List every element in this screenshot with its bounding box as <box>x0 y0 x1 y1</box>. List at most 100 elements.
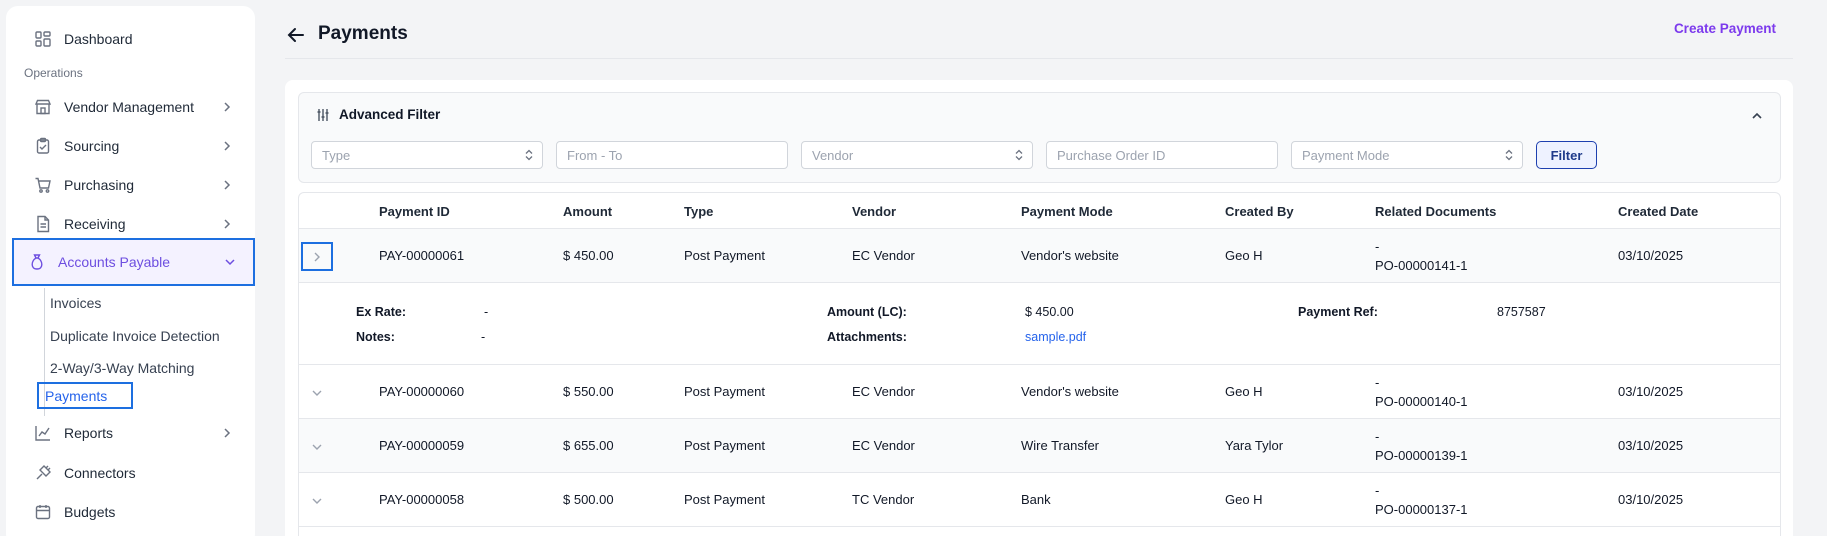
chevron-down-icon <box>312 498 322 504</box>
clipboard-icon <box>36 137 50 154</box>
related-doc-dash: - <box>1375 429 1380 444</box>
sliders-icon <box>317 108 329 121</box>
sidebar-item-budgets[interactable]: Budgets <box>20 494 250 530</box>
chevron-right-icon <box>224 180 231 190</box>
select-arrows-icon <box>1505 149 1513 161</box>
section-label-operations: Operations <box>24 66 83 80</box>
sidebar-item-label: Accounts Payable <box>58 254 171 270</box>
related-doc-link[interactable]: PO-00000140-1 <box>1375 392 1468 411</box>
payment-ref-value: 8757587 <box>1497 305 1546 319</box>
sidebar-subitem-matching[interactable]: 2-Way/3-Way Matching <box>44 355 200 381</box>
column-header-created-by[interactable]: Created By <box>1225 204 1294 219</box>
chevron-down-icon <box>225 259 235 266</box>
related-doc-link[interactable]: PO-00000141-1 <box>1375 256 1468 275</box>
ex-rate-value: - <box>484 305 489 319</box>
amount-cell: $ 450.00 <box>563 248 614 263</box>
sidebar-item-reports[interactable]: Reports <box>20 415 250 451</box>
select-arrows-icon <box>525 149 533 161</box>
column-header-related-documents[interactable]: Related Documents <box>1375 204 1496 219</box>
payment-mode-cell: Wire Transfer <box>1021 438 1100 453</box>
sidebar-item-dashboard[interactable]: Dashboard <box>20 21 250 57</box>
attachment-link[interactable]: sample.pdf <box>1025 330 1086 344</box>
type-select[interactable]: Type <box>311 141 543 169</box>
related-doc-link[interactable]: PO-00000139-1 <box>1375 446 1468 465</box>
payment-id-cell[interactable]: PAY-00000061 <box>379 248 464 263</box>
column-header-vendor[interactable]: Vendor <box>852 204 896 219</box>
reports-icon <box>35 426 50 441</box>
chevron-right-icon <box>224 102 231 112</box>
table-row[interactable]: PAY-00000059 $ 655.00 Post Payment EC Ve… <box>299 419 1780 473</box>
created-by-cell: Geo H <box>1225 492 1263 507</box>
date-range-placeholder: From - To <box>567 147 623 163</box>
sidebar-subitem-invoices[interactable]: Invoices <box>44 290 107 316</box>
column-header-type[interactable]: Type <box>684 204 713 219</box>
related-documents-cell: - PO-00000137-1 <box>1375 481 1468 519</box>
related-doc-link[interactable]: PO-00000137-1 <box>1375 500 1468 519</box>
type-cell: Post Payment <box>684 492 765 507</box>
vendor-cell: EC Vendor <box>852 438 915 453</box>
payment-mode-cell: Bank <box>1021 492 1051 507</box>
related-documents-cell: - PO-00000140-1 <box>1375 373 1468 411</box>
chevron-down-icon <box>312 444 322 450</box>
table-row[interactable]: PAY-00000058 $ 500.00 Post Payment TC Ve… <box>299 473 1780 527</box>
chevron-up-icon[interactable] <box>1750 109 1764 123</box>
column-header-payment-mode[interactable]: Payment Mode <box>1021 204 1113 219</box>
create-payment-button[interactable]: Create Payment <box>1674 21 1776 36</box>
vendor-cell: EC Vendor <box>852 384 915 399</box>
related-doc-dash: - <box>1375 483 1380 498</box>
amount-cell: $ 655.00 <box>563 438 614 453</box>
document-icon <box>37 215 50 233</box>
back-arrow-icon[interactable] <box>286 25 306 45</box>
created-date-cell: 03/10/2025 <box>1618 248 1684 263</box>
created-date-cell: 03/10/2025 <box>1618 438 1684 453</box>
column-header-payment-id[interactable]: Payment ID <box>379 204 450 219</box>
type-cell: Post Payment <box>684 248 765 263</box>
sidebar-item-label: Connectors <box>64 465 136 481</box>
sidebar-item-label: Receiving <box>64 216 126 232</box>
row-expand-toggle[interactable] <box>301 486 333 515</box>
attachments-label: Attachments: <box>827 330 907 344</box>
sidebar-item-sourcing[interactable]: Sourcing <box>20 128 250 164</box>
type-cell: Post Payment <box>684 438 765 453</box>
column-header-amount[interactable]: Amount <box>563 204 612 219</box>
chevron-right-icon <box>224 141 231 151</box>
sidebar-item-receiving[interactable]: Receiving <box>20 206 250 242</box>
type-select-placeholder: Type <box>322 147 351 163</box>
related-documents-cell: - PO-00000141-1 <box>1375 237 1468 275</box>
table-row[interactable]: PAY-00000061 $ 450.00 Post Payment EC Ve… <box>299 229 1780 283</box>
filter-button[interactable]: Filter <box>1536 141 1597 169</box>
sidebar-item-purchasing[interactable]: Purchasing <box>20 167 250 203</box>
table-header: Payment ID Amount Type Vendor Payment Mo… <box>299 193 1780 229</box>
vendor-cell: TC Vendor <box>852 492 915 507</box>
payment-id-cell[interactable]: PAY-00000060 <box>379 384 464 399</box>
sidebar-item-label: Purchasing <box>64 177 135 193</box>
sidebar-item-vendor-management[interactable]: Vendor Management <box>20 89 250 125</box>
payment-id-cell[interactable]: PAY-00000059 <box>379 438 464 453</box>
cart-icon <box>35 177 51 193</box>
purchase-order-id-input[interactable]: Purchase Order ID <box>1046 141 1278 169</box>
created-by-cell: Yara Tylor <box>1225 438 1284 453</box>
column-header-created-date[interactable]: Created Date <box>1618 204 1698 219</box>
sidebar-item-connectors[interactable]: Connectors <box>20 455 250 491</box>
chevron-right-icon <box>224 219 231 229</box>
payment-id-cell[interactable]: PAY-00000058 <box>379 492 464 507</box>
vendor-select-placeholder: Vendor <box>812 147 854 163</box>
payment-mode-select[interactable]: Payment Mode <box>1291 141 1523 169</box>
payment-mode-cell: Vendor's website <box>1021 384 1119 399</box>
row-expand-toggle[interactable] <box>301 432 333 461</box>
sidebar-subitem-duplicate-invoice-detection[interactable]: Duplicate Invoice Detection <box>44 323 226 349</box>
table-row[interactable]: PAY-00000060 $ 550.00 Post Payment EC Ve… <box>299 365 1780 419</box>
date-range-input[interactable]: From - To <box>556 141 788 169</box>
sidebar-item-label: Vendor Management <box>64 99 194 115</box>
sidebar-item-accounts-payable[interactable]: Accounts Payable <box>12 238 255 286</box>
sidebar-subitem-payments[interactable]: Payments <box>37 382 133 409</box>
vendor-select[interactable]: Vendor <box>801 141 1033 169</box>
advanced-filter-panel: Advanced Filter Type From - To Vendor Pu… <box>298 92 1781 183</box>
page-title: Payments <box>318 23 408 44</box>
payment-mode-placeholder: Payment Mode <box>1302 147 1390 163</box>
advanced-filter-toggle[interactable]: Advanced Filter <box>316 107 440 122</box>
row-expand-toggle[interactable] <box>301 378 333 407</box>
row-expand-toggle[interactable] <box>301 242 333 271</box>
sidebar-item-label: Reports <box>64 425 114 441</box>
advanced-filter-title: Advanced Filter <box>339 107 441 122</box>
